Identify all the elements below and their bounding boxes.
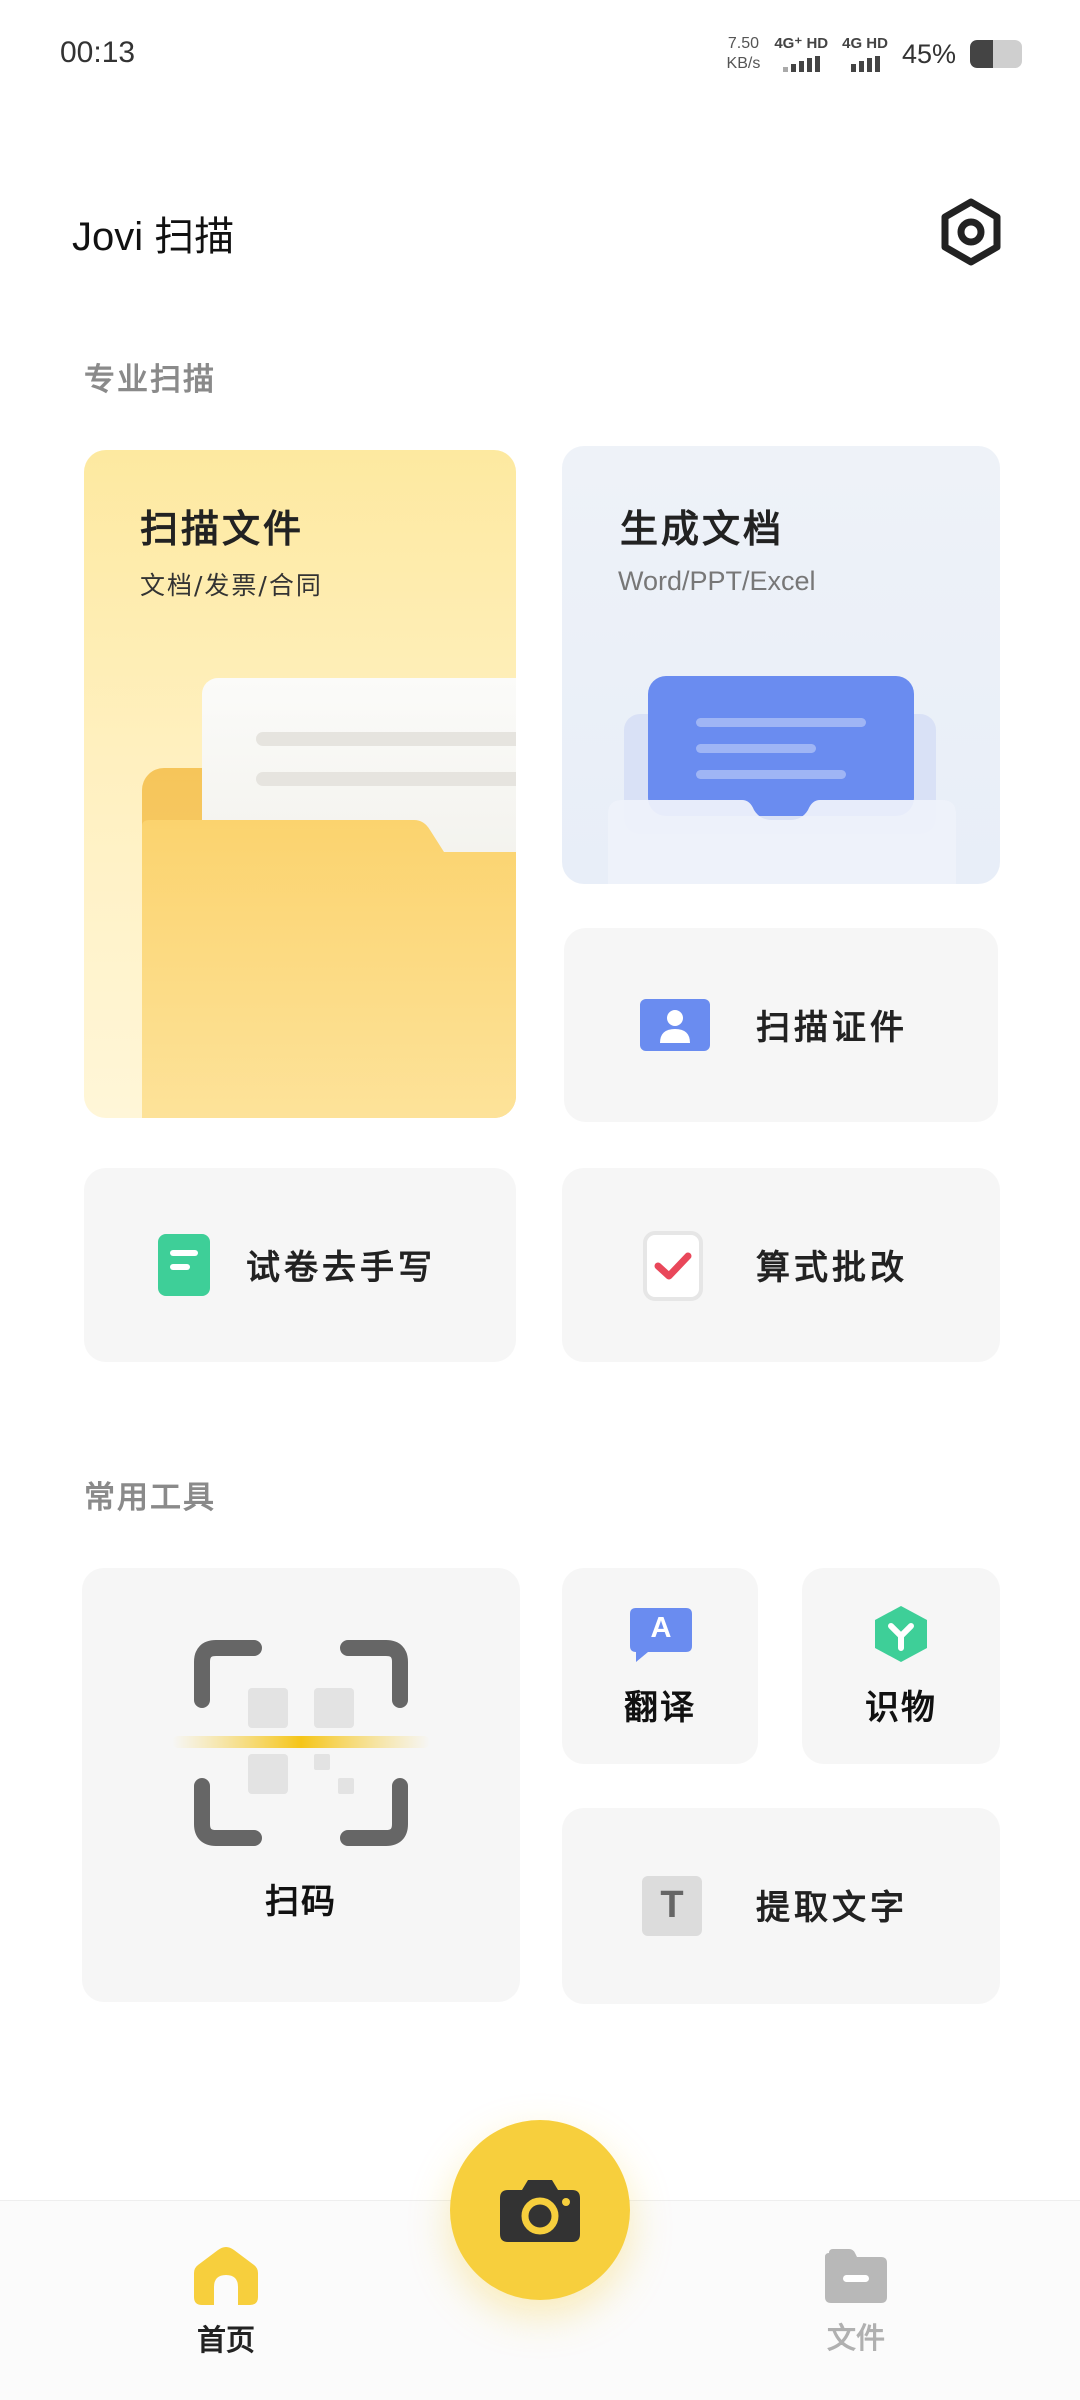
scan-file-card[interactable]: 扫描文件 文档/发票/合同: [84, 450, 516, 1118]
settings-button[interactable]: [940, 198, 1002, 266]
scan-code-label: 扫码: [265, 1882, 337, 1922]
exam-remove-handwriting-label: 试卷去手写: [246, 1248, 436, 1288]
camera-icon: [500, 2180, 580, 2242]
extract-text-label: 提取文字: [756, 1888, 908, 1928]
sim2-signal: 4G HD: [842, 36, 888, 72]
green-document-icon: [158, 1234, 210, 1296]
math-grading-card[interactable]: 算式批改: [562, 1168, 1000, 1362]
battery-level: [970, 40, 994, 68]
id-card-icon: [640, 999, 710, 1051]
battery-percent: 45%: [901, 38, 956, 69]
scan-id-card[interactable]: 扫描证件: [564, 928, 998, 1122]
signal-bars-icon: [782, 56, 820, 72]
sim2-label: 4G HD: [842, 35, 888, 52]
status-indicators: 7.50 KB/s 4G⁺ HD 4G HD 45%: [727, 34, 1022, 74]
translate-glyph: A: [650, 1612, 672, 1644]
identify-label: 识物: [865, 1688, 937, 1728]
exam-remove-handwriting-card[interactable]: 试卷去手写: [84, 1168, 516, 1362]
section-title-pro-scan: 专业扫描: [84, 362, 216, 398]
network-speed-unit: KB/s: [726, 55, 761, 72]
nav-files-label: 文件: [826, 2321, 885, 2355]
extract-text-card[interactable]: T 提取文字: [562, 1808, 1000, 2004]
battery-icon: [970, 40, 1022, 68]
folder-document-illustration: [142, 678, 516, 1118]
network-speed-value: 7.50: [727, 35, 760, 52]
signal-bars-icon: [850, 56, 880, 72]
section-title-common-tools: 常用工具: [84, 1480, 216, 1516]
generate-doc-card[interactable]: 生成文档 Word/PPT/Excel: [562, 446, 1000, 884]
nav-item-home[interactable]: 首页: [146, 2245, 306, 2359]
identify-card[interactable]: 识物: [802, 1568, 1000, 1764]
text-t-icon: T: [642, 1876, 702, 1936]
translate-bubble-icon: A: [630, 1608, 692, 1662]
status-time: 00:13: [60, 36, 136, 69]
gear-hexagon-icon: [941, 198, 1001, 266]
text-t-glyph: T: [660, 1884, 684, 1926]
camera-button[interactable]: [450, 2120, 630, 2300]
checkmark-clipboard-icon: [643, 1231, 703, 1301]
translate-card[interactable]: A 翻译: [562, 1568, 758, 1764]
nav-item-files[interactable]: 文件: [776, 2245, 936, 2357]
object-recognition-icon: [875, 1606, 927, 1662]
scan-id-label: 扫描证件: [756, 1008, 908, 1048]
scan-code-card[interactable]: 扫码: [82, 1568, 520, 2002]
sim1-signal: 4G⁺ HD: [774, 36, 828, 72]
app-title: Jovi 扫描: [72, 215, 235, 259]
network-speed: 7.50 KB/s: [727, 34, 761, 74]
sim1-label: 4G⁺ HD: [774, 35, 829, 52]
translate-label: 翻译: [624, 1688, 696, 1728]
home-icon: [194, 2247, 258, 2305]
status-bar: 00:13 7.50 KB/s 4G⁺ HD 4G HD 45%: [0, 0, 1080, 110]
folder-icon: [825, 2249, 887, 2303]
math-grading-label: 算式批改: [756, 1248, 908, 1288]
tray-document-illustration: [608, 676, 956, 884]
nav-home-label: 首页: [196, 2323, 255, 2357]
